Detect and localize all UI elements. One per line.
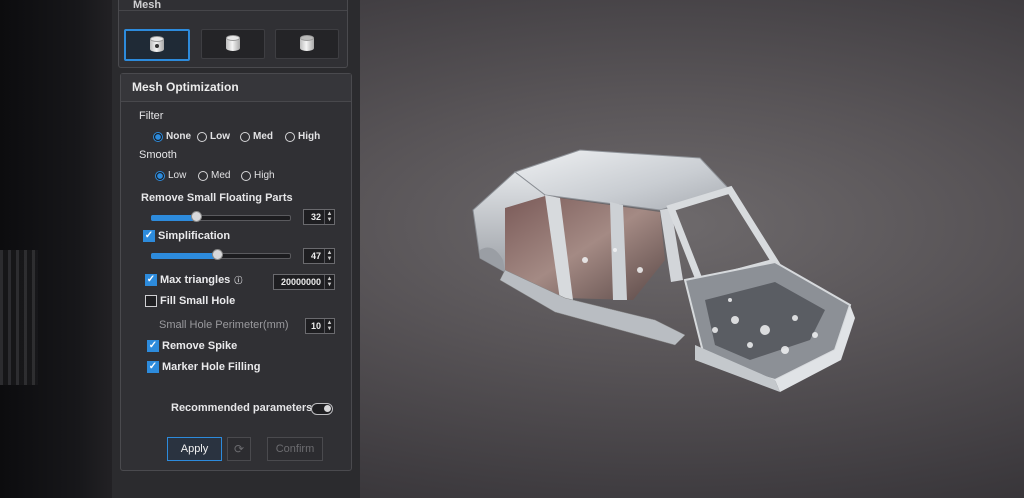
watertight-mesh-button[interactable] — [124, 29, 190, 61]
remove-floating-parts-slider[interactable] — [151, 211, 291, 223]
filter-med-radio[interactable]: Med — [240, 131, 273, 142]
remove-spike-checkbox[interactable]: ✓ Remove Spike — [147, 340, 237, 352]
smooth-high-radio[interactable]: High — [241, 170, 275, 181]
recommended-parameters-toggle[interactable] — [311, 403, 333, 415]
semi-watertight-mesh-icon — [226, 35, 240, 53]
simplification-checkbox[interactable]: ✓ Simplification — [143, 230, 230, 242]
filter-none-radio[interactable]: None — [153, 131, 191, 142]
apply-button[interactable]: Apply — [167, 437, 222, 461]
smooth-label: Smooth — [139, 149, 177, 161]
unwatertight-mesh-button[interactable] — [275, 29, 339, 59]
info-icon[interactable]: ⓘ — [234, 275, 242, 286]
smooth-med-radio[interactable]: Med — [198, 170, 230, 181]
a-pillar — [660, 208, 683, 282]
confirm-button[interactable]: Confirm — [267, 437, 323, 461]
filter-label: Filter — [139, 110, 164, 122]
spinbox-arrows[interactable]: ▲ ▼ — [324, 249, 334, 263]
simplification-spinbox[interactable]: 47 ▲ ▼ — [303, 248, 335, 264]
spinbox-arrows[interactable]: ▲ ▼ — [324, 210, 334, 224]
unwatertight-mesh-icon — [300, 35, 314, 53]
max-triangles-checkbox[interactable]: ✓ Max triangles ⓘ — [145, 274, 242, 286]
small-hole-perimeter-spinbox[interactable]: 10 ▲ ▼ — [305, 318, 335, 334]
screen: Mesh Mesh Optimization Filter None Low M… — [0, 0, 1024, 498]
monitor-bezel — [0, 0, 112, 498]
filter-high-radio[interactable]: High — [285, 131, 320, 142]
3d-viewport[interactable] — [355, 0, 1024, 498]
mesh-panel-divider — [119, 10, 347, 11]
panel-title: Mesh Optimization — [121, 74, 351, 102]
filter-low-radio[interactable]: Low — [197, 131, 230, 142]
semi-watertight-mesh-button[interactable] — [201, 29, 265, 59]
recommended-parameters-label: Recommended parameters — [171, 402, 313, 414]
smooth-low-radio[interactable]: Low — [155, 170, 186, 181]
watertight-mesh-icon — [150, 36, 164, 54]
mesh-type-panel: Mesh — [118, 0, 348, 68]
monitor-edge-stripes — [0, 250, 38, 385]
spinbox-arrows[interactable]: ▲ ▼ — [324, 319, 334, 333]
remove-floating-parts-label: Remove Small Floating Parts — [141, 192, 293, 204]
small-hole-perimeter-label: Small Hole Perimeter(mm) — [159, 319, 289, 331]
remove-floating-parts-spinbox[interactable]: 32 ▲ ▼ — [303, 209, 335, 225]
reset-icon[interactable]: ⟳ — [227, 437, 251, 461]
mesh-optimization-panel: Mesh Optimization Filter None Low Med Hi… — [120, 73, 352, 471]
marker-hole-filling-checkbox[interactable]: ✓ Marker Hole Filling — [147, 361, 260, 373]
simplification-slider[interactable] — [151, 249, 291, 261]
spinbox-arrows[interactable]: ▲ ▼ — [324, 275, 334, 289]
scanned-car-body-model — [472, 149, 855, 392]
max-triangles-spinbox[interactable]: 20000000 ▲ ▼ — [273, 274, 335, 290]
fill-small-hole-checkbox[interactable]: Fill Small Hole — [145, 295, 235, 307]
